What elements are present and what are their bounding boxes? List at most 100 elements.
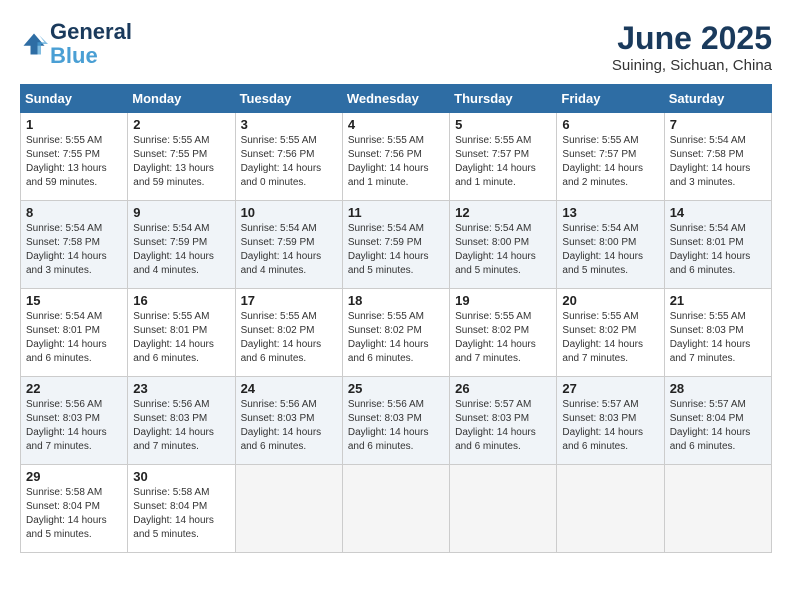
day-number: 15 (26, 293, 122, 308)
calendar-cell: 21 Sunrise: 5:55 AM Sunset: 8:03 PM Dayli… (664, 289, 771, 377)
calendar-cell: 1Sunrise: 5:55 AM Sunset: 7:55 PM Daylig… (21, 113, 128, 201)
cell-content: Sunrise: 5:55 AM Sunset: 7:56 PM Dayligh… (241, 134, 337, 190)
day-number: 1 (26, 117, 122, 132)
day-header-saturday: Saturday (664, 85, 771, 113)
logo-line1: General Blue (50, 20, 132, 68)
day-number: 24 (241, 381, 337, 396)
day-header-tuesday: Tuesday (235, 85, 342, 113)
calendar-cell: 29 Sunrise: 5:58 AM Sunset: 8:04 PM Dayli… (21, 465, 128, 553)
calendar-cell: 15 Sunrise: 5:54 AM Sunset: 8:01 PM Dayli… (21, 289, 128, 377)
cell-content: Sunrise: 5:57 AM Sunset: 8:03 PM Dayligh… (455, 398, 551, 454)
day-number: 11 (348, 205, 444, 220)
page-header: General Blue June 2025 Suining, Sichuan,… (20, 20, 772, 74)
day-number: 17 (241, 293, 337, 308)
day-number: 26 (455, 381, 551, 396)
location: Suining, Sichuan, China (612, 57, 772, 74)
calendar-cell: 27 Sunrise: 5:57 AM Sunset: 8:03 PM Dayli… (557, 377, 664, 465)
cell-content: Sunrise: 5:55 AM Sunset: 7:57 PM Dayligh… (455, 134, 551, 190)
calendar-cell: 26 Sunrise: 5:57 AM Sunset: 8:03 PM Dayli… (450, 377, 557, 465)
cell-content: Sunrise: 5:56 AM Sunset: 8:03 PM Dayligh… (26, 398, 122, 454)
day-number: 18 (348, 293, 444, 308)
cell-content: Sunrise: 5:55 AM Sunset: 7:57 PM Dayligh… (562, 134, 658, 190)
calendar-body: 1 Sunrise: 5:55 AM Sunset: 7:55 PM Daylig… (21, 113, 772, 553)
cell-content: Sunrise: 5:58 AM Sunset: 8:04 PM Dayligh… (26, 486, 122, 542)
calendar-week-row: 15 Sunrise: 5:54 AM Sunset: 8:01 PM Dayli… (21, 289, 772, 377)
calendar-cell (557, 465, 664, 553)
day-number: 4 (348, 117, 444, 132)
day-header-friday: Friday (557, 85, 664, 113)
day-number: 28 (670, 381, 766, 396)
calendar-cell (235, 465, 342, 553)
calendar-cell: 4 Sunrise: 5:55 AM Sunset: 7:56 PM Daylig… (342, 113, 449, 201)
month-title: June 2025 (612, 20, 772, 57)
calendar-cell: 12 Sunrise: 5:54 AM Sunset: 8:00 PM Dayli… (450, 201, 557, 289)
calendar-cell: 17 Sunrise: 5:55 AM Sunset: 8:02 PM Dayli… (235, 289, 342, 377)
cell-content: Sunrise: 5:55 AM Sunset: 8:02 PM Dayligh… (241, 310, 337, 366)
day-number: 27 (562, 381, 658, 396)
calendar-cell (664, 465, 771, 553)
calendar-cell (450, 465, 557, 553)
calendar-cell: 23Sunrise: 5:56 AM Sunset: 8:03 PM Dayli… (128, 377, 235, 465)
cell-content: Sunrise: 5:54 AM Sunset: 7:59 PM Dayligh… (348, 222, 444, 278)
calendar-cell: 14 Sunrise: 5:54 AM Sunset: 8:01 PM Dayli… (664, 201, 771, 289)
day-number: 29 (26, 469, 122, 484)
calendar-cell (342, 465, 449, 553)
cell-content: Sunrise: 5:54 AM Sunset: 7:58 PM Dayligh… (26, 222, 122, 278)
day-number: 12 (455, 205, 551, 220)
cell-content: Sunrise: 5:56 AM Sunset: 8:03 PM Dayligh… (348, 398, 444, 454)
day-number: 8 (26, 205, 122, 220)
cell-content: Sunrise: 5:57 AM Sunset: 8:03 PM Dayligh… (562, 398, 658, 454)
day-number: 5 (455, 117, 551, 132)
cell-content: Sunrise: 5:54 AM Sunset: 8:01 PM Dayligh… (670, 222, 766, 278)
calendar-week-row: 1 Sunrise: 5:55 AM Sunset: 7:55 PM Daylig… (21, 113, 772, 201)
calendar-cell: 25Sunrise: 5:56 AM Sunset: 8:03 PM Dayli… (342, 377, 449, 465)
day-number: 7 (670, 117, 766, 132)
day-header-monday: Monday (128, 85, 235, 113)
day-header-sunday: Sunday (21, 85, 128, 113)
calendar-cell: 11 Sunrise: 5:54 AM Sunset: 7:59 PM Dayli… (342, 201, 449, 289)
day-number: 21 (670, 293, 766, 308)
cell-content: Sunrise: 5:54 AM Sunset: 8:01 PM Dayligh… (26, 310, 122, 366)
calendar-cell: 9Sunrise: 5:54 AM Sunset: 7:59 PM Daylig… (128, 201, 235, 289)
day-number: 22 (26, 381, 122, 396)
calendar-week-row: 22 Sunrise: 5:56 AM Sunset: 8:03 PM Dayli… (21, 377, 772, 465)
title-block: June 2025 Suining, Sichuan, China (612, 20, 772, 74)
calendar-cell: 20 Sunrise: 5:55 AM Sunset: 8:02 PM Dayli… (557, 289, 664, 377)
day-number: 3 (241, 117, 337, 132)
calendar-cell: 3 Sunrise: 5:55 AM Sunset: 7:56 PM Daylig… (235, 113, 342, 201)
calendar-cell: 7 Sunrise: 5:54 AM Sunset: 7:58 PM Daylig… (664, 113, 771, 201)
cell-content: Sunrise: 5:54 AM Sunset: 7:59 PM Dayligh… (241, 222, 337, 278)
day-number: 30 (133, 469, 229, 484)
logo: General Blue (20, 20, 132, 68)
logo-icon (20, 30, 48, 58)
cell-content: Sunrise: 5:55 AM Sunset: 8:02 PM Dayligh… (348, 310, 444, 366)
day-number: 2 (133, 117, 229, 132)
calendar-cell: 18 Sunrise: 5:55 AM Sunset: 8:02 PM Dayli… (342, 289, 449, 377)
day-number: 9 (133, 205, 229, 220)
calendar-week-row: 29 Sunrise: 5:58 AM Sunset: 8:04 PM Dayli… (21, 465, 772, 553)
calendar-cell: 22 Sunrise: 5:56 AM Sunset: 8:03 PM Dayli… (21, 377, 128, 465)
calendar-cell: 30 Sunrise: 5:58 AM Sunset: 8:04 PM Dayli… (128, 465, 235, 553)
cell-content: Sunrise: 5:58 AM Sunset: 8:04 PM Dayligh… (133, 486, 229, 542)
calendar-cell: 8 Sunrise: 5:54 AM Sunset: 7:58 PM Daylig… (21, 201, 128, 289)
cell-content: Sunrise: 5:54 AM Sunset: 7:58 PM Dayligh… (670, 134, 766, 190)
calendar-cell: 28 Sunrise: 5:57 AM Sunset: 8:04 PM Dayli… (664, 377, 771, 465)
cell-content: Sunrise: 5:55 AM Sunset: 7:56 PM Dayligh… (348, 134, 444, 190)
cell-content: Sunrise: 5:55 AM Sunset: 8:03 PM Dayligh… (670, 310, 766, 366)
day-number: 14 (670, 205, 766, 220)
day-number: 16 (133, 293, 229, 308)
cell-content: Sunrise: 5:55 AM Sunset: 7:55 PM Dayligh… (133, 134, 229, 190)
cell-content: Sunrise: 5:54 AM Sunset: 8:00 PM Dayligh… (455, 222, 551, 278)
day-header-thursday: Thursday (450, 85, 557, 113)
calendar-cell: 2 Sunrise: 5:55 AM Sunset: 7:55 PM Daylig… (128, 113, 235, 201)
day-header-wednesday: Wednesday (342, 85, 449, 113)
day-number: 13 (562, 205, 658, 220)
calendar-cell: 19Sunrise: 5:55 AM Sunset: 8:02 PM Dayli… (450, 289, 557, 377)
day-number: 6 (562, 117, 658, 132)
cell-content: Sunrise: 5:57 AM Sunset: 8:04 PM Dayligh… (670, 398, 766, 454)
day-number: 19 (455, 293, 551, 308)
calendar-cell: 10Sunrise: 5:54 AM Sunset: 7:59 PM Dayli… (235, 201, 342, 289)
cell-content: Sunrise: 5:55 AM Sunset: 8:02 PM Dayligh… (562, 310, 658, 366)
calendar-week-row: 8 Sunrise: 5:54 AM Sunset: 7:58 PM Daylig… (21, 201, 772, 289)
day-number: 20 (562, 293, 658, 308)
